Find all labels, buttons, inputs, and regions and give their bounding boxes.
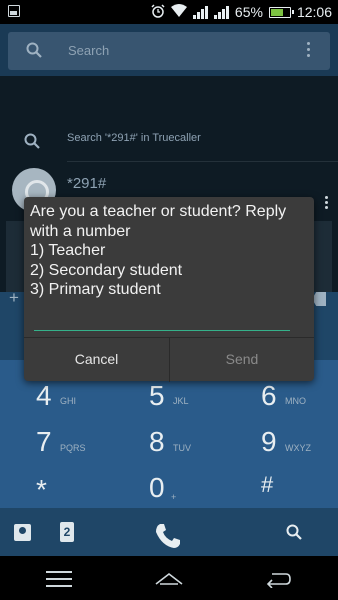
navigation-bar — [0, 556, 338, 600]
signal-icon-2 — [213, 5, 229, 19]
clock: 12:06 — [296, 4, 332, 20]
image-notification-icon — [8, 5, 20, 17]
status-bar: 65% 12:06 — [0, 0, 338, 24]
cancel-button[interactable]: Cancel — [24, 338, 169, 382]
wifi-icon — [170, 4, 187, 20]
home-icon[interactable] — [154, 568, 184, 588]
back-icon[interactable] — [264, 568, 294, 588]
menu-icon[interactable] — [46, 571, 72, 592]
alarm-icon — [151, 3, 165, 21]
top-bar: Search — [0, 24, 338, 76]
dialog-buttons: Cancel Send — [24, 337, 314, 382]
reply-input[interactable] — [34, 330, 290, 331]
ussd-dialog: Are you a teacher or student? Reply with… — [24, 197, 314, 382]
search-box[interactable]: Search — [8, 32, 330, 70]
battery-percent: 65% — [234, 4, 263, 20]
signal-icon — [192, 5, 208, 19]
send-button[interactable]: Send — [169, 338, 314, 382]
status-icons: 65% 12:06 — [151, 0, 332, 24]
search-input[interactable]: Search — [68, 43, 109, 58]
dialog-message: Are you a teacher or student? Reply with… — [30, 203, 287, 299]
search-icon — [26, 42, 42, 58]
battery-icon — [268, 6, 294, 18]
more-vert-icon[interactable] — [307, 42, 310, 60]
